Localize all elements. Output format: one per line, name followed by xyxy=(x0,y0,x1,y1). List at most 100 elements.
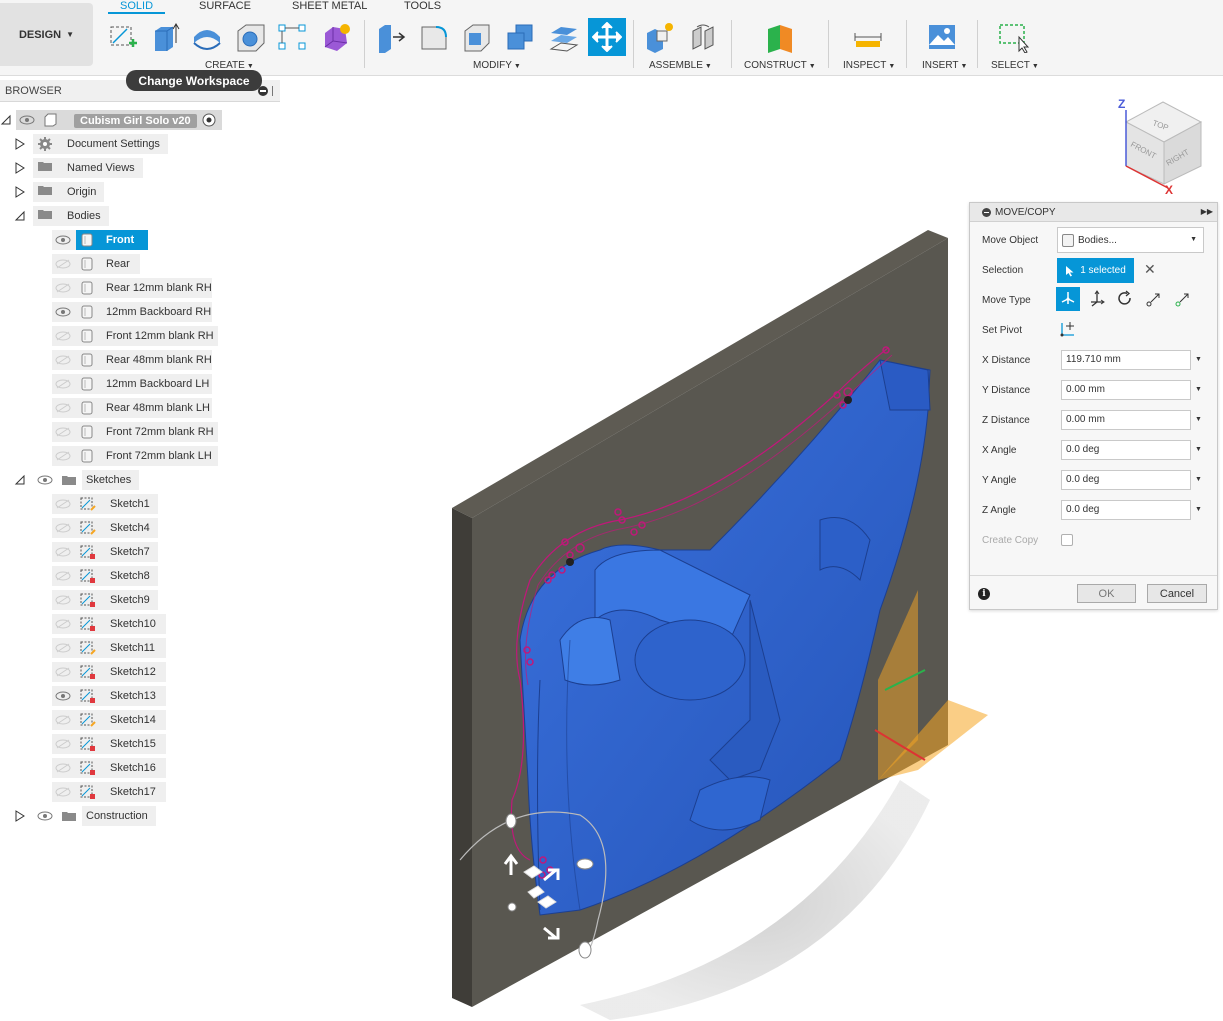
visibility-eye-icon[interactable] xyxy=(37,475,53,485)
browser-sketch-item[interactable]: Sketch17 xyxy=(76,782,166,802)
browser-sketch-item[interactable]: Sketch12 xyxy=(76,662,166,682)
point-to-position-icon[interactable] xyxy=(1171,287,1195,311)
collapsed-arrow-icon[interactable] xyxy=(14,138,26,150)
set-pivot-icon[interactable] xyxy=(1059,320,1079,338)
browser-sketch-item[interactable]: Sketch7 xyxy=(76,542,158,562)
combine-icon[interactable] xyxy=(503,20,537,54)
y-angle-input[interactable]: 0.0 deg xyxy=(1061,470,1191,490)
rotate-handle[interactable] xyxy=(578,941,592,959)
browser-folder-construction[interactable]: Construction xyxy=(82,806,156,826)
inspect-menu[interactable]: INSPECT ▼ xyxy=(843,60,895,71)
shell-icon[interactable] xyxy=(460,20,494,54)
expanded-arrow-icon[interactable] xyxy=(14,474,26,486)
press-pull-icon[interactable] xyxy=(374,20,408,54)
visibility-eye-icon[interactable] xyxy=(55,547,71,557)
visibility-eye-icon[interactable] xyxy=(55,307,71,317)
browser-folder-origin[interactable]: Origin xyxy=(57,182,105,202)
visibility-eye-icon[interactable] xyxy=(55,691,71,701)
backboard-side[interactable] xyxy=(452,508,472,1007)
collapsed-arrow-icon[interactable] xyxy=(14,810,26,822)
revolve-icon[interactable] xyxy=(190,20,224,54)
browser-body-item[interactable]: 12mm Backboard LH xyxy=(76,374,212,394)
fillet-icon[interactable] xyxy=(417,20,451,54)
visibility-eye-icon[interactable] xyxy=(55,763,71,773)
create-sketch-icon[interactable] xyxy=(106,20,140,54)
pattern-icon[interactable] xyxy=(275,20,309,54)
browser-body-item[interactable]: Rear 48mm blank RH xyxy=(76,350,212,370)
z-distance-input[interactable]: 0.00 mm xyxy=(1061,410,1191,430)
browser-body-item[interactable]: Rear xyxy=(76,254,140,274)
chevron-down-icon[interactable]: ▼ xyxy=(1195,446,1202,453)
browser-sketch-item[interactable]: Sketch9 xyxy=(76,590,158,610)
tab-tools[interactable]: TOOLS xyxy=(404,0,441,14)
selection-button[interactable]: 1 selected xyxy=(1057,258,1134,283)
chevron-down-icon[interactable]: ▼ xyxy=(1195,476,1202,483)
browser-body-item[interactable]: Front 72mm blank RH xyxy=(76,422,218,442)
measure-icon[interactable] xyxy=(851,20,885,54)
visibility-eye-icon[interactable] xyxy=(55,355,71,365)
browser-sketch-item[interactable]: Sketch13 xyxy=(76,686,166,706)
hole-icon[interactable] xyxy=(233,20,267,54)
expand-icon[interactable]: ▶▶ xyxy=(1201,207,1213,216)
extrude-icon[interactable] xyxy=(148,20,182,54)
chevron-down-icon[interactable]: ▼ xyxy=(1195,416,1202,423)
move-copy-icon[interactable] xyxy=(588,18,626,56)
browser-folder-document-settings[interactable]: Document Settings xyxy=(57,134,168,154)
visibility-eye-icon[interactable] xyxy=(55,523,71,533)
activate-radio-icon[interactable] xyxy=(202,113,216,127)
browser-sketch-item[interactable]: Sketch1 xyxy=(76,494,158,514)
modify-menu[interactable]: MODIFY ▼ xyxy=(473,60,521,71)
browser-sketch-item[interactable]: Sketch10 xyxy=(76,614,166,634)
workspace-switcher-button[interactable]: DESIGN ▼ xyxy=(0,3,93,66)
info-icon[interactable]: i xyxy=(978,588,990,600)
visibility-eye-icon[interactable] xyxy=(55,259,71,269)
browser-body-item[interactable]: Front 72mm blank LH xyxy=(76,446,218,466)
expanded-arrow-icon[interactable] xyxy=(14,210,26,222)
window-select-icon[interactable] xyxy=(996,20,1030,54)
browser-body-item[interactable]: Front xyxy=(76,230,148,250)
construct-menu[interactable]: CONSTRUCT ▼ xyxy=(744,60,816,71)
collapsed-arrow-icon[interactable] xyxy=(14,186,26,198)
chevron-down-icon[interactable]: ▼ xyxy=(1195,506,1202,513)
translate-icon[interactable] xyxy=(1085,287,1109,311)
visibility-eye-icon[interactable] xyxy=(19,115,35,125)
visibility-eye-icon[interactable] xyxy=(55,403,71,413)
browser-sketch-item[interactable]: Sketch14 xyxy=(76,710,166,730)
browser-body-item[interactable]: Front 12mm blank RH xyxy=(76,326,218,346)
visibility-eye-icon[interactable] xyxy=(55,283,71,293)
clear-selection-icon[interactable]: ✕ xyxy=(1144,261,1156,278)
browser-body-item[interactable]: Rear 12mm blank RH xyxy=(76,278,212,298)
create-form-icon[interactable] xyxy=(318,20,352,54)
insert-menu[interactable]: INSERT ▼ xyxy=(922,60,967,71)
free-move-icon[interactable] xyxy=(1056,287,1080,311)
browser-body-item[interactable]: 12mm Backboard RH xyxy=(76,302,212,322)
browser-sketch-item[interactable]: Sketch8 xyxy=(76,566,158,586)
assemble-menu[interactable]: ASSEMBLE ▼ xyxy=(649,60,712,71)
visibility-eye-icon[interactable] xyxy=(55,379,71,389)
point-to-point-icon[interactable] xyxy=(1142,287,1166,311)
sketch-point-selected[interactable] xyxy=(566,558,574,566)
construct-plane-icon[interactable] xyxy=(763,20,797,54)
browser-folder-bodies[interactable]: Bodies xyxy=(57,206,109,226)
dialog-header[interactable]: MOVE/COPY ▶▶ xyxy=(970,203,1217,222)
offset-face-icon[interactable] xyxy=(546,20,580,54)
panel-resize-handle[interactable] xyxy=(272,86,278,96)
browser-sketch-item[interactable]: Sketch15 xyxy=(76,734,166,754)
visibility-eye-icon[interactable] xyxy=(55,427,71,437)
new-component-icon[interactable] xyxy=(642,20,676,54)
y-distance-input[interactable]: 0.00 mm xyxy=(1061,380,1191,400)
visibility-eye-icon[interactable] xyxy=(55,619,71,629)
expanded-arrow-icon[interactable] xyxy=(0,114,12,126)
visibility-eye-icon[interactable] xyxy=(55,571,71,581)
chevron-down-icon[interactable]: ▼ xyxy=(1195,386,1202,393)
z-angle-input[interactable]: 0.0 deg xyxy=(1061,500,1191,520)
visibility-eye-icon[interactable] xyxy=(37,811,53,821)
rotate-handle[interactable] xyxy=(505,813,517,829)
browser-body-item[interactable]: Rear 48mm blank LH xyxy=(76,398,212,418)
visibility-eye-icon[interactable] xyxy=(55,739,71,749)
select-menu[interactable]: SELECT ▼ xyxy=(991,60,1039,71)
visibility-eye-icon[interactable] xyxy=(55,643,71,653)
collapse-icon[interactable] xyxy=(982,208,991,217)
visibility-eye-icon[interactable] xyxy=(55,595,71,605)
visibility-eye-icon[interactable] xyxy=(55,451,71,461)
